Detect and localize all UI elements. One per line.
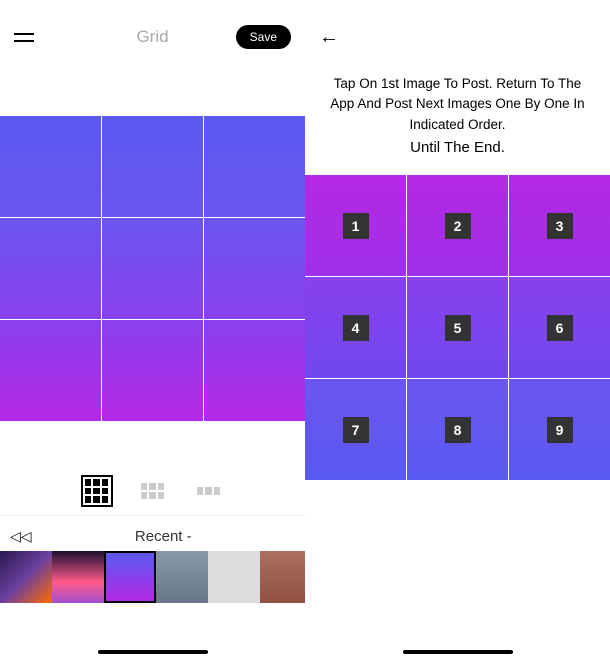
instruction-line: Tap On 1st Image To Post. Return To The … [330,76,584,132]
instruction-line: Until The End. [321,137,594,160]
thumbnail[interactable] [156,551,208,603]
grid-cell[interactable] [204,320,305,421]
back-arrow-icon[interactable]: ← [319,26,339,49]
home-indicator[interactable] [403,650,513,654]
order-number: 6 [547,315,573,341]
thumbnail[interactable] [208,551,260,603]
grid-cell[interactable] [102,116,203,217]
numbered-cell[interactable]: 6 [509,277,610,378]
grid-preview[interactable] [0,116,305,421]
order-number: 3 [547,213,573,239]
grid-cell[interactable] [204,218,305,319]
grid-cell[interactable] [0,218,101,319]
thumbnail[interactable] [260,551,305,603]
header: ← [305,0,610,74]
grid-cell[interactable] [102,320,203,421]
grid-3x1-icon[interactable] [197,487,221,495]
numbered-cell[interactable]: 7 [305,379,406,480]
menu-icon[interactable] [14,28,34,47]
grid-cell[interactable] [102,218,203,319]
rewind-icon[interactable]: ◁◁ [10,528,32,545]
editor-screen: Grid Save ◁◁ Recent - [0,0,305,660]
recent-bar: ◁◁ Recent - [0,516,305,551]
grid-3x2-icon[interactable] [141,483,165,499]
thumbnail-selected[interactable] [104,551,156,603]
order-number: 4 [343,315,369,341]
order-number: 7 [343,417,369,443]
grid-cell[interactable] [204,116,305,217]
numbered-cell[interactable]: 3 [509,175,610,276]
grid-3x3-icon[interactable] [85,479,109,503]
thumbnail-strip[interactable] [0,551,305,603]
save-button[interactable]: Save [236,25,291,49]
posting-order-screen: ← Tap On 1st Image To Post. Return To Th… [305,0,610,660]
thumbnail[interactable] [0,551,52,603]
grid-cell[interactable] [0,116,101,217]
numbered-cell[interactable]: 8 [407,379,508,480]
numbered-cell[interactable]: 1 [305,175,406,276]
order-number: 8 [445,417,471,443]
numbered-cell[interactable]: 9 [509,379,610,480]
numbered-grid: 1 2 3 4 5 6 7 8 9 [305,175,610,480]
thumbnail[interactable] [52,551,104,603]
instructions-text: Tap On 1st Image To Post. Return To The … [305,74,610,159]
numbered-cell[interactable]: 5 [407,277,508,378]
grid-cell[interactable] [0,320,101,421]
header: Grid Save [0,0,305,74]
page-title: Grid [136,27,168,47]
order-number: 1 [343,213,369,239]
view-mode-selector [0,479,305,516]
home-indicator[interactable] [98,650,208,654]
numbered-cell[interactable]: 4 [305,277,406,378]
order-number: 5 [445,315,471,341]
order-number: 2 [445,213,471,239]
recent-label[interactable]: Recent - [32,528,295,545]
order-number: 9 [547,417,573,443]
numbered-cell[interactable]: 2 [407,175,508,276]
